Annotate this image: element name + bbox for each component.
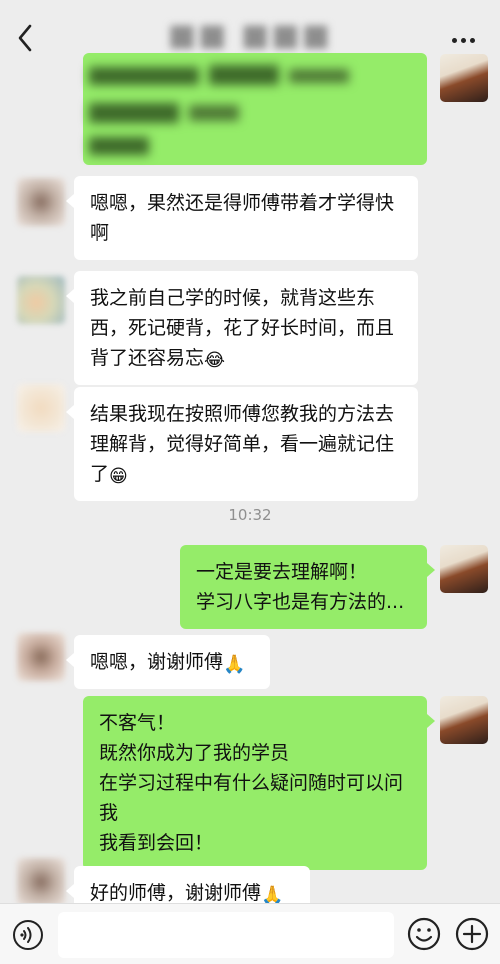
praying-hands-emoji-icon: 🙏: [223, 654, 246, 675]
message-bubble-outgoing-blurred: [83, 53, 427, 165]
blurred-content: [89, 65, 349, 155]
timestamp: 10:32: [228, 506, 272, 524]
message-bubble-incoming: 嗯嗯，果然还是得师傅带着才学得快啊: [66, 176, 418, 260]
message-line: 学习八字也是有方法的...: [196, 591, 405, 613]
input-bar: [0, 903, 500, 964]
message-text: 嗯嗯，谢谢师傅: [90, 651, 224, 673]
voice-icon[interactable]: [12, 919, 44, 951]
back-chevron-icon[interactable]: [14, 22, 38, 54]
message-bubble-outgoing: 一定是要去理解啊！ 学习八字也是有方法的...: [180, 545, 435, 629]
laughing-tears-emoji-icon: 😂: [204, 350, 226, 371]
avatar-teacher[interactable]: [440, 545, 488, 593]
avatar-student[interactable]: [17, 276, 65, 324]
avatar-student[interactable]: [17, 858, 65, 906]
grinning-emoji-icon: 😁: [109, 466, 128, 487]
message-line: 在学习过程中有什么疑问随时可以问我: [99, 772, 404, 824]
message-input[interactable]: [58, 912, 394, 958]
message-line: 我看到会回！: [99, 832, 214, 854]
message-bubble-incoming: 嗯嗯，谢谢师傅🙏: [66, 635, 270, 689]
smile-icon[interactable]: [406, 916, 442, 952]
chat-title: ■■ ■■■: [167, 18, 333, 53]
avatar-student[interactable]: [17, 178, 65, 226]
avatar-teacher[interactable]: [440, 696, 488, 744]
avatar-teacher[interactable]: [440, 54, 488, 102]
avatar-student[interactable]: [17, 633, 65, 681]
message-bubble-incoming: 我之前自己学的时候，就背这些东西，死记硬背，花了好长时间，而且背了还容易忘😂: [66, 271, 418, 385]
message-text: 结果我现在按照师傅您教我的方法去理解背，觉得好简单，看一遍就记住了: [90, 403, 395, 485]
message-bubble-outgoing: 不客气！ 既然你成为了我的学员 在学习过程中有什么疑问随时可以问我 我看到会回！: [83, 696, 435, 870]
avatar-student[interactable]: [17, 384, 65, 432]
message-line: 不客气！: [99, 712, 176, 734]
plus-circle-icon[interactable]: [454, 916, 490, 952]
message-text: 嗯嗯，果然还是得师傅带着才学得快啊: [90, 192, 395, 244]
message-line: 既然你成为了我的学员: [99, 742, 290, 764]
more-dots-icon[interactable]: [452, 28, 482, 48]
message-bubble-incoming: 结果我现在按照师傅您教我的方法去理解背，觉得好简单，看一遍就记住了😁: [66, 387, 418, 501]
message-text: 好的师傅，谢谢师傅: [90, 882, 262, 904]
message-line: 一定是要去理解啊！: [196, 561, 368, 583]
message-text: 我之前自己学的时候，就背这些东西，死记硬背，花了好长时间，而且背了还容易忘: [90, 287, 395, 369]
